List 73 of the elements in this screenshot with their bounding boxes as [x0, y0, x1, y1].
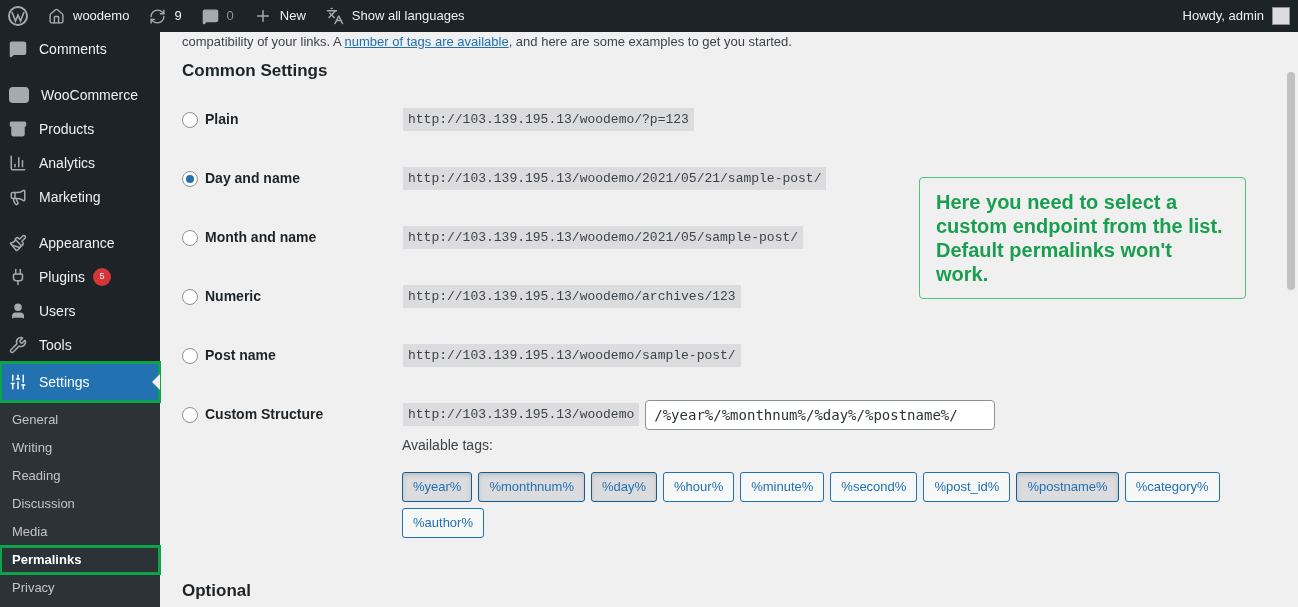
box-icon	[9, 120, 27, 138]
menu-item[interactable]: Products	[0, 112, 160, 146]
updates-count: 9	[174, 7, 182, 26]
submenu-item[interactable]: Privacy	[0, 574, 160, 602]
updates-icon[interactable]	[149, 7, 167, 25]
option-label: Post name	[205, 346, 277, 365]
comments-count: 0	[226, 7, 234, 26]
url-example: http://103.139.195.13/woodemo/sample-post/	[403, 343, 741, 368]
submenu-item[interactable]: Permalinks	[0, 546, 160, 574]
option-label: Numeric	[205, 287, 263, 306]
radio-button[interactable]	[182, 406, 198, 423]
tag-button[interactable]: %hour%	[663, 471, 735, 502]
bar-chart-icon	[9, 154, 27, 172]
structure-field[interactable]: /%year%/%monthnum%/%day%/%postname%/	[645, 399, 996, 430]
section-title: Common Settings	[182, 60, 329, 82]
submenu-item[interactable]: Media	[0, 518, 160, 546]
tags-link[interactable]: number of tags are available	[344, 34, 509, 49]
count-badge: 5	[92, 268, 111, 286]
menu-item[interactable]: Appearance	[0, 226, 160, 260]
url-example: http://103.139.195.13/woodemo/2021/05/21/sample-post/	[403, 166, 827, 191]
menu-item[interactable]: Comments	[0, 32, 160, 66]
radio-button[interactable]	[182, 347, 198, 364]
menu-item[interactable]: Tools	[0, 328, 160, 362]
submenu-item[interactable]: Reading	[0, 462, 160, 490]
callout-note: Here you need to select a custom endpoint from the list. Default permalinks won't work.	[919, 177, 1246, 299]
greeting-link[interactable]: Howdy, admin	[1182, 6, 1264, 26]
wordpress-logo-icon[interactable]	[8, 6, 28, 26]
tag-button[interactable]: %postname%	[1016, 471, 1119, 502]
radio-button[interactable]	[182, 288, 198, 305]
tag-button[interactable]: %monthnum%	[478, 471, 585, 502]
home-icon[interactable]	[48, 7, 65, 25]
option-label: Day and name	[205, 169, 301, 188]
option-label: Custom Structure	[205, 405, 325, 424]
radio-button[interactable]	[182, 111, 198, 128]
radio-button[interactable]	[182, 229, 198, 246]
tag-button[interactable]: %minute%	[740, 471, 825, 502]
intro-text: compatibility of your links. A number of tags are available, and here are some examples to get you started.	[182, 33, 793, 51]
tag-button[interactable]: %post_id%	[923, 471, 1011, 502]
url-example: http://103.139.195.13/woodemo/2021/05/sample-post/	[403, 225, 804, 250]
menu-item[interactable]: Users	[0, 294, 160, 328]
megaphone-icon	[9, 188, 27, 206]
menu-item[interactable]: Marketing	[0, 180, 160, 214]
translate-icon[interactable]	[325, 7, 344, 25]
tag-button[interactable]: %second%	[830, 471, 918, 502]
url-example: http://103.139.195.13/woodemo/?p=123	[403, 107, 694, 132]
menu-item[interactable]: Plugins 5	[0, 260, 160, 294]
tag-button[interactable]: %category%	[1124, 471, 1220, 502]
sliders-icon	[9, 373, 27, 391]
tag-button[interactable]: %author%	[402, 507, 484, 538]
option-label: Plain	[205, 110, 240, 129]
menu-item[interactable]: WooCommerce	[0, 78, 160, 112]
languages-link[interactable]: Show all languages	[351, 6, 465, 26]
comment-icon	[9, 40, 27, 58]
wrench-icon	[9, 336, 27, 354]
brush-icon	[9, 234, 27, 252]
submenu-item[interactable]: General	[0, 406, 160, 434]
submenu-item[interactable]: Writing	[0, 434, 160, 462]
option-label: Month and name	[205, 228, 318, 247]
tag-button[interactable]: %day%	[590, 471, 658, 502]
url-example: http://103.139.195.13/woodemo	[403, 402, 640, 427]
radio-button[interactable]	[182, 170, 198, 187]
current-arrow-icon	[152, 374, 160, 390]
optional-title: Optional	[182, 579, 252, 602]
url-example: http://103.139.195.13/woodemo/archives/123	[403, 284, 741, 309]
menu-item[interactable]: Settings	[0, 362, 160, 402]
comment-icon[interactable]	[201, 7, 219, 25]
new-link[interactable]: New	[279, 6, 306, 26]
tag-button[interactable]: %year%	[402, 471, 473, 502]
menu-item[interactable]: Analytics	[0, 146, 160, 180]
site-link[interactable]: woodemo	[73, 6, 130, 26]
submenu-item[interactable]: Discussion	[0, 490, 160, 518]
available-tags-label: Available tags:	[402, 435, 494, 455]
user-icon	[9, 302, 27, 320]
